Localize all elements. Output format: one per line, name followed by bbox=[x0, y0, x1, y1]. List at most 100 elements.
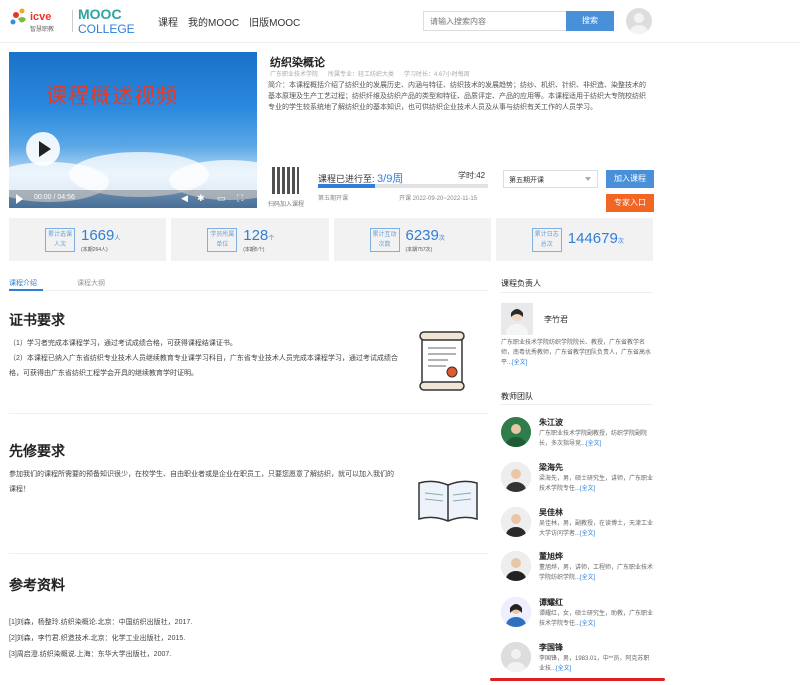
teacher-card[interactable]: 梁海先 梁海先，男，硕士研究生，讲师，广东职业技术学院专任...[全文] bbox=[501, 462, 653, 502]
teacher-name: 李国锋 bbox=[539, 643, 563, 652]
teacher-description: 吴佳林，男，副教授，在读博士，天津工业大学访问学者...[全文] bbox=[539, 521, 654, 537]
teacher-more-link[interactable]: [全文] bbox=[586, 441, 601, 447]
stat-sub: (本期5个) bbox=[243, 247, 265, 253]
teacher-description: 广东职业技术学院副教授，纺织学院副院长，多次指导竞...[全文] bbox=[539, 431, 648, 447]
session-select[interactable]: 第五期开课 bbox=[503, 170, 598, 188]
progress-bar-fill bbox=[318, 184, 375, 188]
course-intro-video[interactable]: 课程概述视频 00:00 / 04:56 ◀ ✱ ▭ ⛶ bbox=[9, 52, 257, 208]
svg-text:MOOC: MOOC bbox=[78, 6, 122, 22]
search-button[interactable]: 搜索 bbox=[566, 11, 614, 31]
cert-paragraph-1: （1）学习者完成本课程学习，通过考试成绩合格，可获得课程结课证书。 bbox=[9, 340, 237, 347]
teacher-more-link[interactable]: [全文] bbox=[580, 621, 595, 627]
svg-text:智慧职教: 智慧职教 bbox=[30, 25, 54, 33]
references-section-title: 参考资料 bbox=[9, 577, 65, 593]
progress-prefix: 课程已进行至: bbox=[318, 174, 375, 184]
tab-course-intro[interactable]: 课程介绍 bbox=[9, 278, 37, 288]
teacher-card[interactable]: 吴佳林 吴佳林，男，副教授，在读博士，天津工业大学访问学者...[全文] bbox=[501, 507, 653, 547]
teacher-card[interactable]: 朱江波 广东职业技术学院副教授，纺织学院副院长，多次指导竞...[全文] bbox=[501, 417, 653, 457]
cert-paragraph-2: （2）本课程已纳入广东省纺织专业技术人员继续教育专业课学习科目，广东省专业技术人… bbox=[9, 355, 398, 377]
prereq-paragraph: 参加我们的课程所需要的预备知识很少，在校学生、自由职业者或是企业在职员工，只要您… bbox=[9, 471, 394, 493]
chevron-down-icon bbox=[585, 177, 591, 181]
teacher-avatar bbox=[501, 597, 531, 627]
teacher-more-link[interactable]: [全文] bbox=[556, 666, 571, 672]
session-select-value: 第五期开课 bbox=[509, 177, 544, 184]
svg-text:icve: icve bbox=[30, 11, 51, 23]
stat-label: 累计日志总次 bbox=[531, 228, 562, 252]
user-avatar[interactable] bbox=[626, 8, 652, 34]
stat-value: 1669人 bbox=[81, 227, 121, 244]
leader-name[interactable]: 李竹君 bbox=[544, 314, 568, 325]
scroll-certificate-icon bbox=[418, 330, 466, 392]
meta-duration: 学习时长：4.67小时每周 bbox=[404, 72, 470, 78]
stat-enrollment: 累计选课人次 1669人 (本期264人) bbox=[9, 218, 167, 261]
meta-major: 所属专业：轻工纺织大类 bbox=[328, 72, 395, 78]
top-navigation-bar: icve 智慧职教 MOOC COLLEGE 课程 我的MOOC 旧版MOOC … bbox=[0, 0, 800, 42]
teacher-name: 谭耀红 bbox=[539, 598, 563, 607]
tab-course-outline[interactable]: 课程大纲 bbox=[77, 278, 105, 288]
main-nav: 课程 我的MOOC 旧版MOOC bbox=[158, 14, 300, 29]
settings-gear-icon[interactable]: ✱ bbox=[197, 193, 207, 203]
leader-more-link[interactable]: [全文] bbox=[512, 360, 527, 366]
teacher-avatar bbox=[501, 462, 531, 492]
stat-logs: 累计日志总次 144679次 bbox=[495, 218, 653, 261]
meta-school: 广东职业技术学院 bbox=[270, 72, 319, 78]
stat-value: 128个 bbox=[243, 227, 275, 244]
nav-item-my-mooc[interactable]: 我的MOOC bbox=[188, 14, 239, 29]
session-status: 第五期开课 bbox=[318, 196, 349, 202]
stat-units: 学员所属单位 128个 (本期5个) bbox=[171, 218, 329, 261]
teacher-description: 董旭烨，男，讲师，工程师，广东职业技术学院纺织学院...[全文] bbox=[539, 565, 654, 581]
teacher-name: 董旭烨 bbox=[539, 552, 563, 561]
teacher-description: 梁海先，男，硕士研究生，讲师，广东职业技术学院专任...[全文] bbox=[539, 476, 654, 492]
stat-value: 144679次 bbox=[567, 230, 624, 247]
play-button-icon[interactable] bbox=[26, 132, 60, 166]
volume-icon[interactable]: ◀ bbox=[181, 193, 191, 203]
tab-active-indicator bbox=[9, 289, 43, 291]
video-controls: 00:00 / 04:56 ◀ ✱ ▭ ⛶ bbox=[9, 190, 257, 208]
annotation-underline bbox=[490, 678, 665, 681]
teacher-card[interactable]: 李国锋 李国锋，男，1983.01，中**员，阿克苏职业技...[全文] bbox=[501, 642, 653, 682]
join-course-button[interactable]: 加入课程 bbox=[606, 170, 654, 188]
nav-item-courses[interactable]: 课程 bbox=[158, 14, 178, 29]
header-divider bbox=[0, 42, 800, 43]
leader-avatar[interactable] bbox=[501, 303, 533, 335]
section-divider bbox=[9, 413, 489, 414]
section-divider bbox=[9, 553, 489, 554]
session-dates: 开课 2022-09-20~2022-11-15 bbox=[399, 196, 478, 202]
logo-divider bbox=[72, 10, 73, 32]
mooc-college-logo[interactable]: MOOC COLLEGE bbox=[76, 5, 146, 37]
fullscreen-icon[interactable]: ⛶ bbox=[237, 193, 247, 203]
teacher-more-link[interactable]: [全文] bbox=[580, 486, 595, 492]
tab-divider bbox=[9, 290, 489, 291]
teacher-name: 朱江波 bbox=[539, 418, 563, 427]
course-title: 纺织染概论 bbox=[270, 57, 325, 69]
open-book-icon bbox=[415, 475, 481, 527]
stat-label: 学员所属单位 bbox=[207, 228, 238, 252]
teacher-more-link[interactable]: [全文] bbox=[580, 531, 595, 537]
teacher-avatar bbox=[501, 507, 531, 537]
expert-entry-button[interactable]: 专家入口 bbox=[606, 194, 654, 212]
stat-value: 6239次 bbox=[405, 227, 445, 244]
nav-item-old-mooc[interactable]: 旧版MOOC bbox=[249, 14, 300, 29]
teacher-card[interactable]: 董旭烨 董旭烨，男，讲师，工程师，广东职业技术学院纺织学院...[全文] bbox=[501, 551, 653, 591]
teacher-card[interactable]: 谭耀红 谭耀红，女，硕士研究生，助教，广东职业技术学院专任...[全文] bbox=[501, 597, 653, 637]
teacher-description: 谭耀红，女，硕士研究生，助教，广东职业技术学院专任...[全文] bbox=[539, 611, 654, 627]
leader-title: 课程负责人 bbox=[501, 279, 541, 288]
play-icon[interactable] bbox=[16, 194, 23, 204]
video-overlay-title: 课程概述视频 bbox=[46, 84, 178, 108]
teacher-description: 李国锋，男，1983.01，中**员，阿克苏职业技...[全文] bbox=[539, 656, 650, 672]
icve-logo[interactable]: icve 智慧职教 bbox=[8, 6, 70, 36]
sidebar-divider bbox=[501, 404, 653, 405]
prereq-section-title: 先修要求 bbox=[9, 443, 65, 459]
video-time: 00:00 / 04:56 bbox=[34, 194, 75, 201]
course-intro: 简介：本课程概括介绍了纺织业的发展历史、内涵与特征、纺织技术的发展趋势；纺纱、机… bbox=[268, 82, 646, 111]
reference-item: [2]刘森，李竹君.织造技术.北京：化学工业出版社，2015. bbox=[9, 635, 186, 642]
qr-label: 扫码加入课程 bbox=[268, 202, 305, 208]
stats-row: 累计选课人次 1669人 (本期264人) 学员所属单位 128个 (本期5个)… bbox=[9, 218, 653, 261]
search-input[interactable] bbox=[423, 11, 566, 31]
content-tabs: 课程介绍 课程大纲 bbox=[9, 278, 105, 288]
qr-code-icon bbox=[272, 167, 299, 194]
picture-in-picture-icon[interactable]: ▭ bbox=[217, 193, 227, 203]
reference-item: [3]周启澄.纺织染概说.上海：东华大学出版社，2007. bbox=[9, 651, 172, 658]
teacher-more-link[interactable]: [全文] bbox=[580, 575, 595, 581]
teacher-avatar bbox=[501, 642, 531, 672]
